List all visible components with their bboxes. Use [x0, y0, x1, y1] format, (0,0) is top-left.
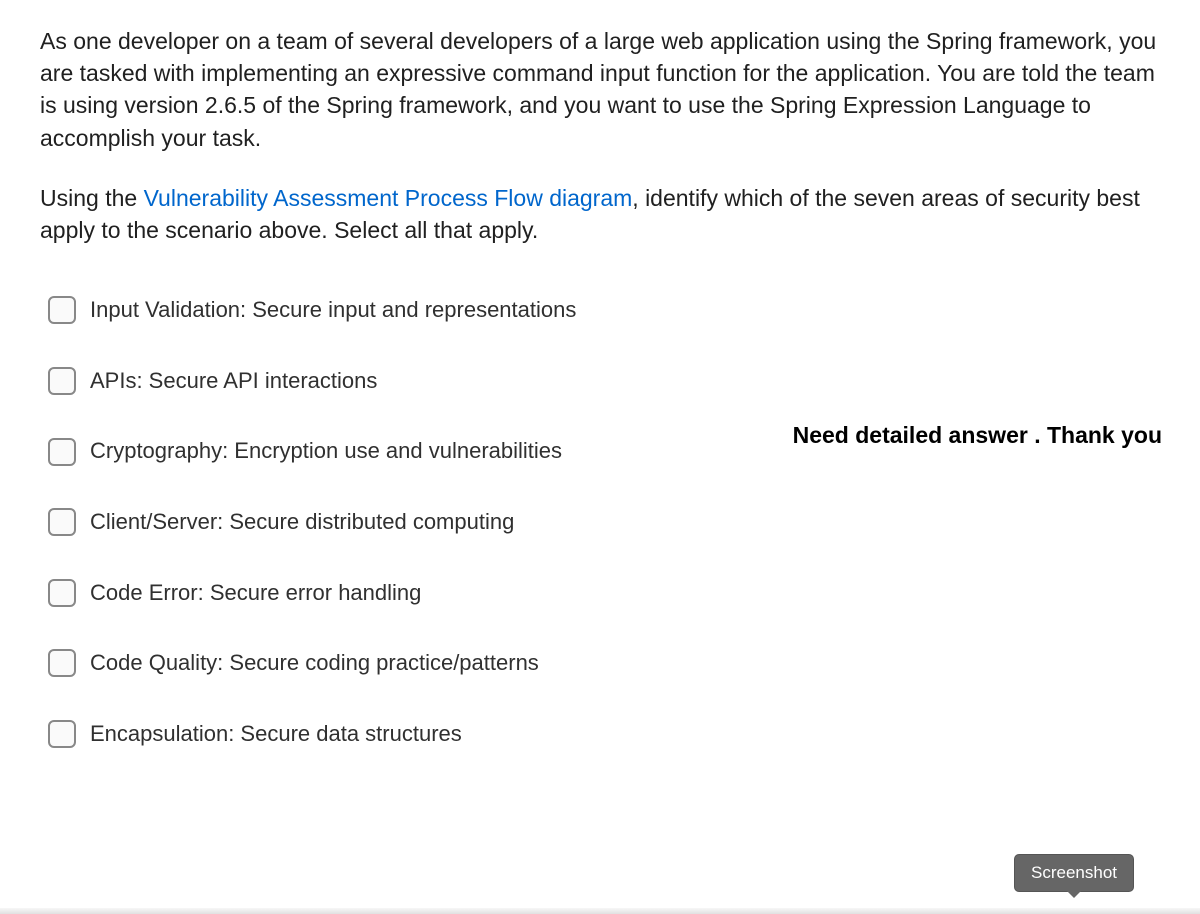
option-label: Encapsulation: Secure data structures [90, 720, 462, 749]
option-encapsulation[interactable]: Encapsulation: Secure data structures [48, 720, 1160, 749]
option-code-quality[interactable]: Code Quality: Secure coding practice/pat… [48, 649, 1160, 678]
screenshot-badge: Screenshot [1014, 854, 1134, 892]
options-list: Input Validation: Secure input and repre… [40, 296, 1160, 748]
option-apis[interactable]: APIs: Secure API interactions [48, 367, 1160, 396]
option-label: Code Quality: Secure coding practice/pat… [90, 649, 539, 678]
option-label: Input Validation: Secure input and repre… [90, 296, 576, 325]
checkbox-icon[interactable] [48, 367, 76, 395]
option-code-error[interactable]: Code Error: Secure error handling [48, 579, 1160, 608]
checkbox-icon[interactable] [48, 438, 76, 466]
option-label: APIs: Secure API interactions [90, 367, 377, 396]
checkbox-icon[interactable] [48, 508, 76, 536]
checkbox-icon[interactable] [48, 296, 76, 324]
option-client-server[interactable]: Client/Server: Secure distributed comput… [48, 508, 1160, 537]
checkbox-icon[interactable] [48, 720, 76, 748]
checkbox-icon[interactable] [48, 579, 76, 607]
question-scenario: As one developer on a team of several de… [40, 25, 1160, 154]
option-label: Cryptography: Encryption use and vulnera… [90, 437, 562, 466]
question-prompt: Using the Vulnerability Assessment Proce… [40, 182, 1160, 246]
option-label: Client/Server: Secure distributed comput… [90, 508, 514, 537]
option-label: Code Error: Secure error handling [90, 579, 421, 608]
checkbox-icon[interactable] [48, 649, 76, 677]
option-input-validation[interactable]: Input Validation: Secure input and repre… [48, 296, 1160, 325]
prompt-link[interactable]: Vulnerability Assessment Process Flow di… [144, 185, 633, 211]
bottom-shadow [0, 908, 1200, 914]
prompt-prefix: Using the [40, 185, 144, 211]
annotation-text: Need detailed answer . Thank you [793, 422, 1162, 449]
